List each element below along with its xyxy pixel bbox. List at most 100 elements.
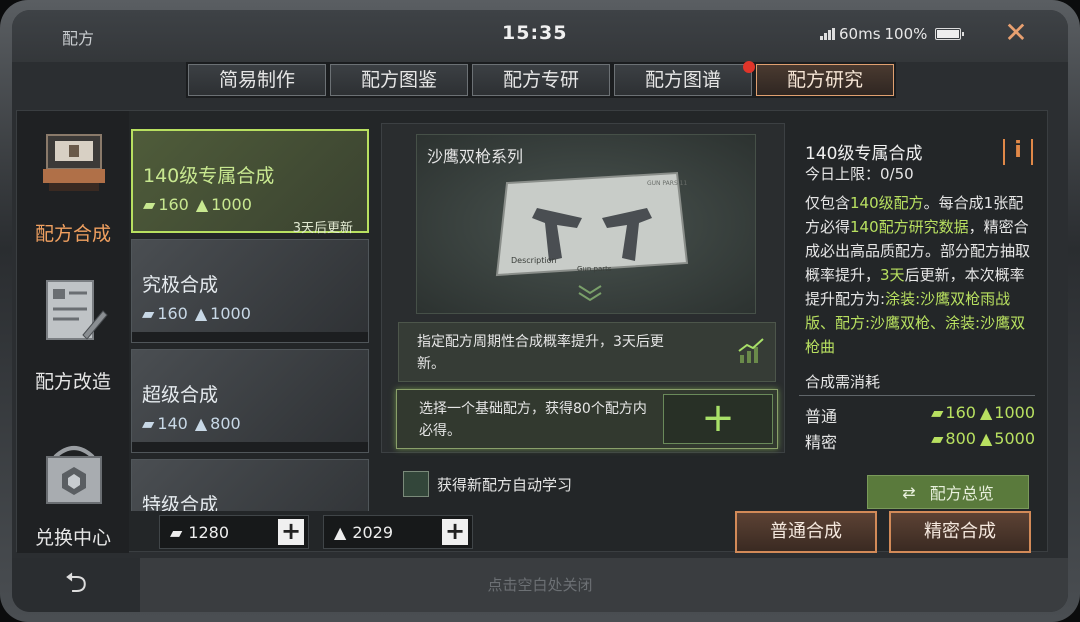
close-icon[interactable]: ✕ bbox=[1002, 19, 1030, 48]
notification-dot bbox=[743, 61, 755, 73]
nav-recipe-synthesis[interactable]: 配方合成 bbox=[17, 115, 129, 255]
cost-b: 5000 bbox=[994, 429, 1035, 448]
update-note: 3天后更新 bbox=[292, 221, 353, 236]
dual-pistol-blueprint-icon: GUN PARS 11 Description Gun parts bbox=[495, 171, 689, 277]
battery-value: 100% bbox=[884, 25, 928, 43]
resource-gold: ▲ 2029 + bbox=[323, 515, 473, 549]
research-data-icon: ▰ bbox=[931, 429, 944, 448]
crafting-machine-icon bbox=[43, 134, 105, 191]
tab-recipe-catalog[interactable]: 配方图鉴 bbox=[330, 64, 468, 96]
auto-learn-label: 获得新配方自动学习 bbox=[437, 475, 573, 494]
add-resource-button[interactable]: + bbox=[278, 519, 304, 545]
recipe-name: 特级合成 bbox=[142, 494, 219, 511]
gold-bars-icon: ▲ bbox=[194, 304, 208, 323]
auto-learn-option[interactable]: 获得新配方自动学习 bbox=[403, 471, 572, 497]
signal-icon bbox=[820, 28, 835, 40]
detail-description[interactable]: 仅包含140级配方。每合成1张配方必得140配方研究数据，精密合成必出高品质配方… bbox=[805, 191, 1035, 375]
research-data-icon: ▰ bbox=[931, 403, 944, 422]
detail-title: 140级专属合成 bbox=[805, 144, 923, 164]
recipe-cost: ▰ 160 ▲ 1000 bbox=[142, 304, 251, 323]
divider bbox=[799, 395, 1035, 396]
card-footer bbox=[132, 332, 368, 342]
swap-icon: ⇄ bbox=[902, 482, 916, 502]
bottom-bar: 点击空白处关闭 ⮌ bbox=[12, 558, 1068, 612]
blueprint-pen-icon bbox=[46, 280, 108, 340]
recipe-card[interactable]: 超级合成 ▰ 140 ▲ 800 bbox=[131, 349, 369, 453]
cost-row-normal: 普通 ▰ 160 ▲ 1000 bbox=[805, 403, 1035, 427]
precise-synthesis-button[interactable]: 精密合成 bbox=[889, 511, 1031, 553]
back-button[interactable]: ⮌ bbox=[12, 558, 140, 612]
gold-bars-icon: ▲ bbox=[979, 429, 993, 448]
desc-text: 仅包含 bbox=[805, 194, 851, 212]
tab-recipe-study[interactable]: 配方专研 bbox=[472, 64, 610, 96]
cost-values: ▰ 160 ▲ 1000 bbox=[931, 403, 1035, 422]
tab-simple-craft[interactable]: 简易制作 bbox=[188, 64, 326, 96]
recipe-overview-button[interactable]: ⇄ 配方总览 bbox=[867, 475, 1029, 509]
image-label: Gun parts bbox=[577, 265, 612, 273]
add-base-recipe-button[interactable]: + bbox=[663, 394, 773, 444]
cost-values: ▰ 800 ▲ 5000 bbox=[931, 429, 1035, 448]
recipe-list: 140级专属合成 ▰ 160 ▲ 1000 3天后更新 究极合成 ▰ 160 ▲ 100… bbox=[131, 111, 371, 511]
tab-recipe-atlas[interactable]: 配方图谱 bbox=[614, 61, 755, 96]
image-label: GUN PARS 11 bbox=[647, 180, 687, 187]
research-data-icon: ▰ bbox=[142, 304, 155, 323]
cost-a: 800 bbox=[945, 429, 976, 448]
cost-a: 160 bbox=[158, 195, 189, 214]
card-footer bbox=[132, 442, 368, 452]
game-screen: 配方 15:35 60ms 100% ✕ 简易制作 配方图鉴 配方专研 配方图谱… bbox=[12, 10, 1068, 612]
cost-a: 160 bbox=[945, 403, 976, 422]
desc-highlight: 3天 bbox=[880, 266, 905, 284]
tab-recipe-research[interactable]: 配方研究 bbox=[756, 64, 894, 96]
nav-label: 兑换中心 bbox=[34, 527, 111, 549]
cost-a: 160 bbox=[157, 304, 188, 323]
tab-label: 配方图谱 bbox=[644, 69, 721, 91]
image-label: Description bbox=[511, 256, 557, 265]
cost-label: 精密 bbox=[805, 433, 838, 452]
gold-bars-icon: ▲ bbox=[334, 522, 347, 542]
trend-up-icon bbox=[738, 338, 764, 363]
nav-recipe-modify[interactable]: 配方改造 bbox=[17, 263, 129, 403]
recipe-name: 140级专属合成 bbox=[143, 165, 275, 187]
recipe-preview-panel: 沙鹰双枪系列 GUN PARS 11 Description Gun parts… bbox=[381, 123, 785, 453]
shopping-bag-icon bbox=[46, 446, 102, 504]
weapon-preview: 沙鹰双枪系列 GUN PARS 11 Description Gun parts bbox=[416, 134, 756, 314]
probability-text: 指定配方周期性合成概率提升，3天后更新。 bbox=[417, 334, 664, 372]
cost-b: 1000 bbox=[210, 304, 251, 323]
recipe-cost: ▰ 140 ▲ 800 bbox=[142, 414, 241, 433]
chevron-down-icon[interactable] bbox=[575, 283, 605, 303]
window-title: 配方 bbox=[62, 29, 95, 48]
desc-highlight: 140配方研究数据 bbox=[850, 218, 969, 236]
resource-research-data: ▰ 1280 + bbox=[159, 515, 309, 549]
cost-b: 1000 bbox=[994, 403, 1035, 422]
recipe-name: 究极合成 bbox=[142, 274, 219, 296]
clock: 15:35 bbox=[502, 22, 568, 44]
recipe-card[interactable]: 特级合成 bbox=[131, 459, 369, 511]
recipe-cost: ▰ 160 ▲ 1000 bbox=[143, 195, 252, 214]
nav-label: 配方合成 bbox=[34, 223, 111, 245]
cost-label: 普通 bbox=[805, 407, 838, 426]
normal-synthesis-button[interactable]: 普通合成 bbox=[735, 511, 877, 553]
side-nav: 配方合成 配方改造 兑换中心 bbox=[17, 111, 129, 553]
recipe-card[interactable]: 究极合成 ▰ 160 ▲ 1000 bbox=[131, 239, 369, 343]
resource-value: ▲ 2029 bbox=[324, 523, 442, 542]
auto-learn-checkbox[interactable] bbox=[403, 471, 429, 497]
status-area: 60ms 100% bbox=[820, 25, 965, 43]
desc-highlight: 140级配方 bbox=[850, 194, 924, 212]
recipe-card[interactable]: 140级专属合成 ▰ 160 ▲ 1000 3天后更新 bbox=[131, 129, 369, 236]
picker-text: 选择一个基础配方，获得80个配方内必得。 bbox=[419, 401, 647, 439]
info-button[interactable]: i bbox=[1003, 139, 1033, 165]
recipe-name: 超级合成 bbox=[142, 384, 219, 406]
close-hint[interactable]: 点击空白处关闭 bbox=[12, 574, 1068, 595]
top-bar: 配方 15:35 60ms 100% ✕ bbox=[12, 10, 1068, 62]
add-resource-button[interactable]: + bbox=[442, 519, 468, 545]
nav-exchange-center[interactable]: 兑换中心 bbox=[17, 411, 129, 551]
research-data-icon: ▰ bbox=[170, 522, 183, 542]
battery-icon bbox=[935, 28, 965, 40]
cost-row-precise: 精密 ▰ 800 ▲ 5000 bbox=[805, 429, 1035, 453]
research-data-icon: ▰ bbox=[142, 414, 155, 433]
gold-bars-icon: ▲ bbox=[195, 195, 209, 214]
daily-limit: 今日上限：0/50 bbox=[805, 165, 914, 183]
cost-a: 140 bbox=[157, 414, 188, 433]
gold-bars-icon: ▲ bbox=[194, 414, 208, 433]
gold-bars-icon: ▲ bbox=[979, 403, 993, 422]
